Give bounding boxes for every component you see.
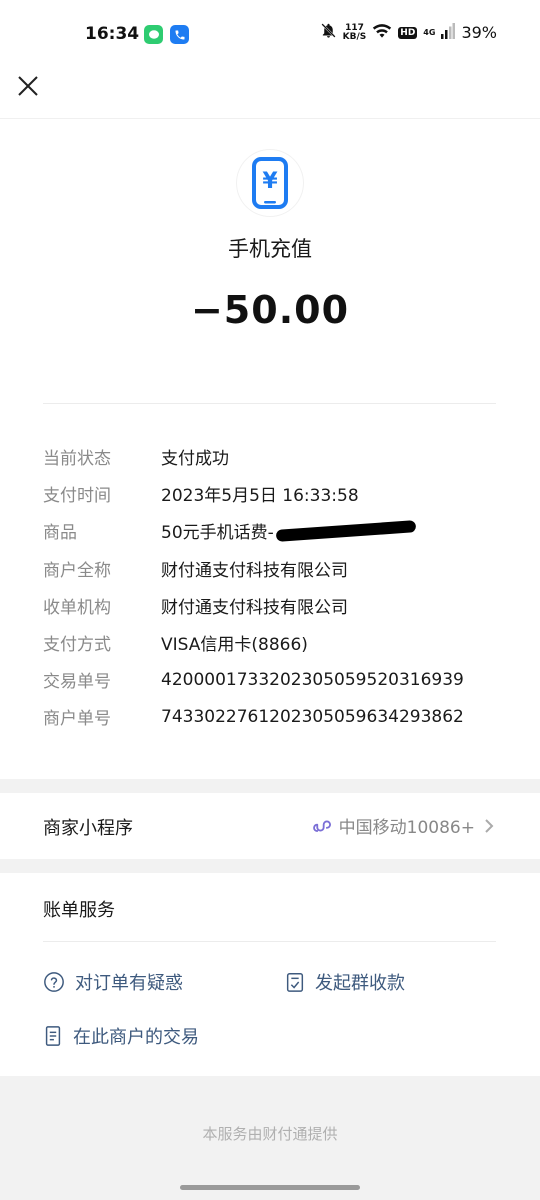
- order-question-button[interactable]: 对订单有疑惑: [43, 969, 183, 995]
- footer: 本服务由财付通提供: [0, 1076, 540, 1200]
- service-label: 在此商户的交易: [73, 1027, 199, 1048]
- footer-provider-text: 本服务由财付通提供: [202, 1125, 338, 1143]
- mini-program-row[interactable]: 商家小程序 中国移动10086+: [0, 793, 540, 859]
- detail-row-status: 当前状态 支付成功: [43, 438, 503, 475]
- redaction-mark: [275, 520, 417, 542]
- detail-label: 商户全称: [43, 560, 111, 581]
- detail-label: 商品: [43, 523, 77, 544]
- payment-amount: −50.00: [190, 288, 350, 332]
- close-icon: [18, 76, 38, 96]
- service-label: 对订单有疑惑: [75, 973, 183, 994]
- top-nav: [0, 70, 540, 119]
- chevron-right-icon: [485, 818, 494, 833]
- detail-label: 支付时间: [43, 486, 111, 507]
- phone-app-icon: [170, 25, 189, 44]
- network-speed: 117 KB/S: [342, 23, 367, 42]
- section-divider: [43, 403, 496, 404]
- mini-program-icon: [312, 820, 331, 832]
- mini-program-label: 商家小程序: [43, 818, 133, 839]
- document-list-icon: [45, 1026, 61, 1046]
- phone-recharge-icon: ¥: [237, 150, 303, 216]
- close-button[interactable]: [14, 72, 42, 100]
- detail-value: 财付通支付科技有限公司: [161, 597, 348, 618]
- detail-value: 2023年5月5日 16:33:58: [161, 486, 359, 507]
- detail-label: 支付方式: [43, 635, 111, 656]
- detail-label: 商户单号: [43, 709, 111, 730]
- detail-value: 支付成功: [161, 449, 229, 470]
- battery-percent: 39%: [461, 23, 497, 42]
- clipboard-check-icon: [286, 973, 304, 992]
- merchant-transactions-button[interactable]: 在此商户的交易: [43, 1023, 199, 1049]
- detail-row-merchant-order-id: 商户单号 7433022761202305059634293862: [43, 698, 503, 735]
- wifi-icon: [372, 23, 392, 43]
- mute-bell-icon: [320, 22, 337, 43]
- detail-value: VISA信用卡(8866): [161, 635, 308, 656]
- merchant-title: 手机充值: [228, 237, 312, 261]
- detail-row-merchant: 商户全称 财付通支付科技有限公司: [43, 550, 503, 587]
- detail-row-time: 支付时间 2023年5月5日 16:33:58: [43, 475, 503, 512]
- payment-details: 当前状态 支付成功 支付时间 2023年5月5日 16:33:58 商品 50元…: [43, 438, 503, 736]
- detail-row-product: 商品 50元手机话费-: [43, 512, 503, 549]
- section-gap: [0, 779, 540, 793]
- status-right-group: 117 KB/S HD 4G 39%: [320, 22, 497, 43]
- detail-label: 交易单号: [43, 672, 111, 693]
- section-gap: [0, 859, 540, 873]
- mini-program-link[interactable]: 中国移动10086+: [309, 813, 495, 838]
- payment-summary: ¥ 手机充值 −50.00: [0, 118, 540, 403]
- message-app-icon: [144, 25, 163, 44]
- question-circle-icon: [44, 972, 64, 992]
- services-divider: [43, 941, 496, 942]
- mini-program-name: 中国移动10086+: [338, 818, 475, 838]
- group-collection-button[interactable]: 发起群收款: [285, 969, 405, 995]
- status-time: 16:34: [85, 24, 140, 44]
- network-speed-unit: KB/S: [342, 31, 367, 42]
- detail-label: 收单机构: [43, 597, 111, 618]
- services-title: 账单服务: [43, 900, 115, 921]
- detail-row-transaction-id: 交易单号 4200001733202305059520316939: [43, 661, 503, 698]
- hd-badge: HD: [398, 26, 418, 39]
- detail-value: 50元手机话费-: [161, 523, 274, 544]
- detail-row-acquirer: 收单机构 财付通支付科技有限公司: [43, 587, 503, 624]
- status-bar: 16:34 117 KB/S HD 4G 39%: [0, 0, 540, 70]
- home-indicator[interactable]: [180, 1185, 360, 1190]
- yuan-symbol: ¥: [262, 169, 278, 194]
- detail-value: 7433022761202305059634293862: [161, 706, 464, 727]
- detail-row-payment-method: 支付方式 VISA信用卡(8866): [43, 624, 503, 661]
- detail-value: 财付通支付科技有限公司: [161, 560, 348, 581]
- detail-label: 当前状态: [43, 449, 111, 470]
- signal-icon: [441, 22, 456, 43]
- detail-value: 4200001733202305059520316939: [161, 669, 464, 690]
- bill-services: 账单服务 对订单有疑惑 发起群收款 在此商户的交易: [0, 873, 540, 1076]
- service-label: 发起群收款: [315, 973, 405, 994]
- network-type: 4G: [423, 27, 436, 37]
